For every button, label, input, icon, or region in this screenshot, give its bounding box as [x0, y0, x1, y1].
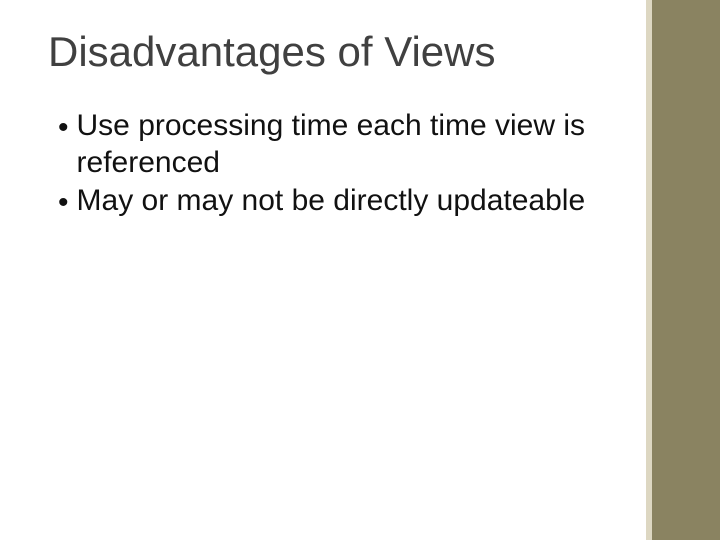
bullet-text: May or may not be directly updateable	[77, 183, 600, 220]
list-item: • May or may not be directly updateable	[58, 183, 600, 222]
bullet-text: Use processing time each time view is re…	[77, 108, 600, 181]
slide-title: Disadvantages of Views	[48, 28, 495, 76]
side-bar	[652, 0, 720, 540]
bullet-icon: •	[58, 185, 69, 222]
bullet-icon: •	[58, 110, 69, 147]
side-accent	[646, 0, 652, 540]
slide-body: • Use processing time each time view is …	[58, 108, 600, 224]
list-item: • Use processing time each time view is …	[58, 108, 600, 181]
slide: Disadvantages of Views • Use processing …	[0, 0, 720, 540]
